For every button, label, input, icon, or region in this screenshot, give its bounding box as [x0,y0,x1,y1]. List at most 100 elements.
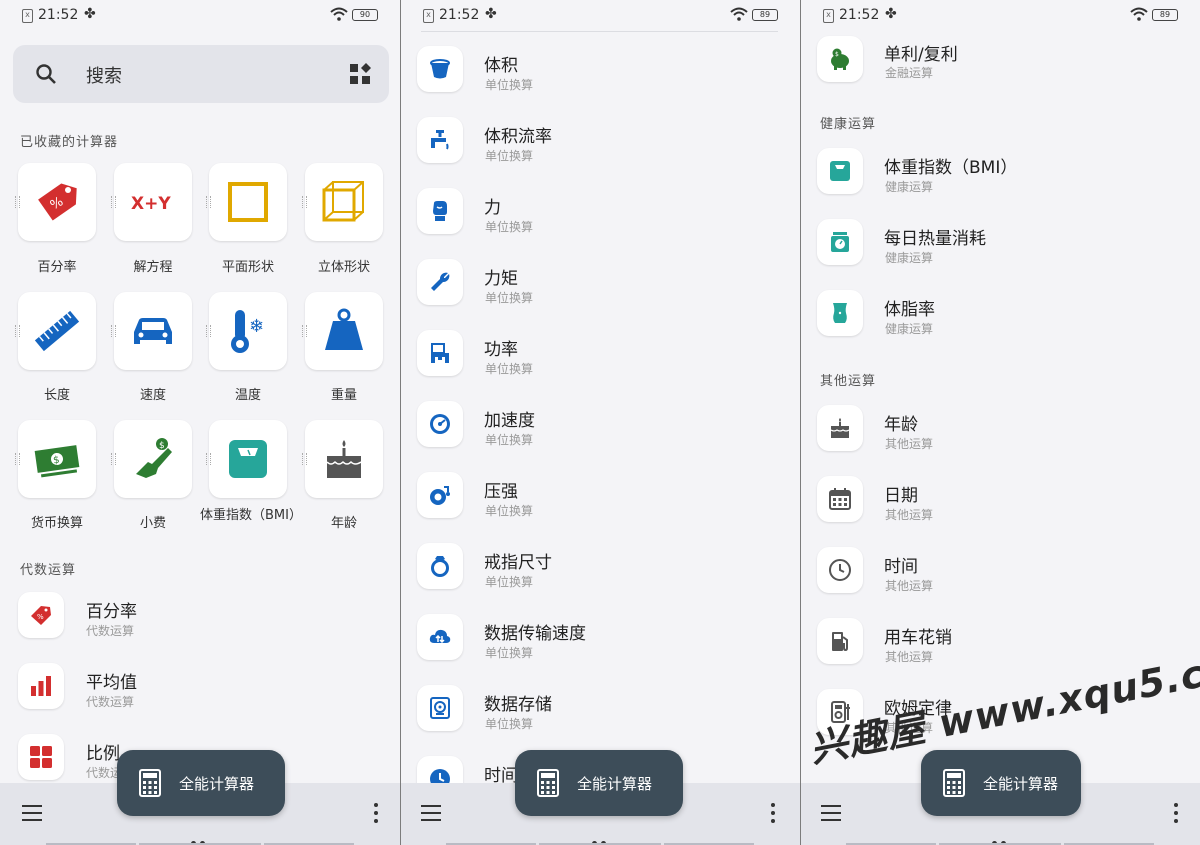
list-item-average[interactable]: 平均值 代数运算 [0,655,400,726]
list-item-percent[interactable]: % 百分率 代数运算 [0,584,400,655]
page-indicator [591,831,610,845]
favorite-tile-weight[interactable] [302,292,383,370]
algebra-section-title: 代数运算 [20,563,77,578]
list-item-age[interactable]: 年龄 其他运算 [801,397,1200,468]
favorite-tile-temperature[interactable]: ❄ [206,292,287,370]
list-item-time[interactable]: 时间 其他运算 [801,539,1200,610]
scale-icon [229,440,267,478]
favorite-label: 长度 [43,388,70,403]
scale-icon [830,161,850,181]
svg-text:$: $ [835,51,839,58]
favorite-tile-length[interactable] [15,292,96,370]
status-bar: x 21:52 ✤ 89 [801,0,1200,32]
list-item-title: 力矩 [484,269,518,289]
piggy-bank-icon: $ [831,48,849,70]
list-item-title: 单利/复利 [884,45,958,65]
menu-icon[interactable] [22,805,42,821]
list-item-title: 戒指尺寸 [484,553,552,573]
body-icon [833,303,847,323]
screen-favorites: x 21:52 ✤ 90 搜索 已收藏的计算器 % 百分率 X+Y 解方程 平面… [0,0,400,845]
tire-icon [430,486,450,505]
status-bar: x 21:52 ✤ 90 [0,0,400,32]
favorite-tile-currency[interactable]: $ [15,420,96,498]
favorite-tile-age[interactable] [302,420,383,498]
boxing-glove-icon [433,201,447,221]
list-item-subtitle: 单位换算 [485,149,534,163]
list-item-interest[interactable]: $ 单利/复利 金融运算 [801,30,1200,101]
hard-disk-icon [430,697,450,719]
ruler-icon [34,310,80,352]
list-item-title: 功率 [484,340,518,360]
svg-text:X+Y: X+Y [131,194,171,214]
list-item-title: 每日热量消耗 [884,229,986,249]
svg-text:%: % [37,613,44,621]
kitchen-scale-icon [831,232,849,252]
list-item-title: 数据存储 [484,695,552,715]
calculator-icon [139,769,161,797]
cake-icon [326,440,362,478]
more-options-icon[interactable] [1174,803,1178,823]
list-item-subtitle: 其他运算 [885,508,934,522]
status-time: 21:52 [839,7,880,23]
list-item-bmi[interactable]: 体重指数（BMI） 健康运算 [801,140,1200,211]
battery-indicator: 90 [352,9,378,21]
favorite-label: 重量 [330,388,357,403]
fan-icon: ✤ [885,6,897,22]
list-item-subtitle: 单位换算 [485,504,534,518]
favorite-label: 速度 [139,388,166,403]
fab-label: 全能计算器 [983,775,1059,793]
favorite-tile-plane-shapes[interactable] [206,163,287,241]
list-item-acceleration[interactable]: 加速度 单位换算 [401,393,800,464]
favorite-tile-bmi[interactable] [206,420,287,498]
page-indicator [191,831,209,845]
favorite-tile-solid-shapes[interactable] [302,163,383,241]
menu-icon[interactable] [421,805,441,821]
favorite-tile-equation[interactable]: X+Y [111,163,192,241]
bar-chart-icon [31,676,51,696]
list-item-volume[interactable]: 体积 单位换算 [401,38,800,109]
list-item-daily-calories[interactable]: 每日热量消耗 健康运算 [801,211,1200,282]
list-item-title: 百分率 [86,602,137,622]
sim-icon: x [423,9,434,23]
all-calculator-fab[interactable]: 全能计算器 [921,750,1081,816]
list-item-power[interactable]: 功率 单位换算 [401,322,800,393]
more-options-icon[interactable] [771,803,775,823]
list-item-ring-size[interactable]: 戒指尺寸 单位换算 [401,535,800,606]
tip-hand-icon: $ [136,438,172,478]
list-item-date[interactable]: 日期 其他运算 [801,468,1200,539]
list-item-data-transfer[interactable]: 数据传输速度 单位换算 [401,606,800,677]
list-item-pressure[interactable]: 压强 单位换算 [401,464,800,535]
cake-icon [830,418,850,438]
list-item-body-fat[interactable]: 体脂率 健康运算 [801,282,1200,353]
search-icon [36,64,56,84]
favorite-tile-percent[interactable]: % [15,163,96,241]
bucket-icon [430,59,450,79]
more-options-icon[interactable] [374,803,378,823]
favorite-tile-tip[interactable]: $ [111,420,192,498]
faucet-icon [431,130,449,150]
widgets-icon[interactable] [349,63,371,85]
list-item-volume-flow[interactable]: 体积流率 单位换算 [401,109,800,180]
list-item-torque[interactable]: 力矩 单位换算 [401,251,800,322]
fan-icon: ✤ [485,6,497,22]
sim-icon: x [22,9,33,23]
list-item-data-storage[interactable]: 数据存储 单位换算 [401,677,800,748]
list-item-subtitle: 单位换算 [485,575,534,589]
search-bar[interactable]: 搜索 [13,45,389,103]
wrench-icon [431,272,450,291]
list-item-subtitle: 单位换算 [485,362,534,376]
menu-icon[interactable] [821,805,841,821]
other-section-title: 其他运算 [820,374,877,389]
all-calculator-fab[interactable]: 全能计算器 [117,750,285,816]
list-item-title: 体积 [484,56,518,76]
tractor-icon [431,343,449,363]
cube-icon [322,181,364,222]
favorite-tile-speed[interactable] [111,292,192,370]
wifi-icon [330,7,348,21]
list-item-title: 用车花销 [884,628,952,648]
list-item-force[interactable]: 力 单位换算 [401,180,800,251]
status-bar: x 21:52 ✤ 89 [401,0,800,32]
all-calculator-fab[interactable]: 全能计算器 [515,750,683,816]
svg-text:❄: ❄ [249,316,264,337]
list-item-title: 数据传输速度 [484,624,586,644]
